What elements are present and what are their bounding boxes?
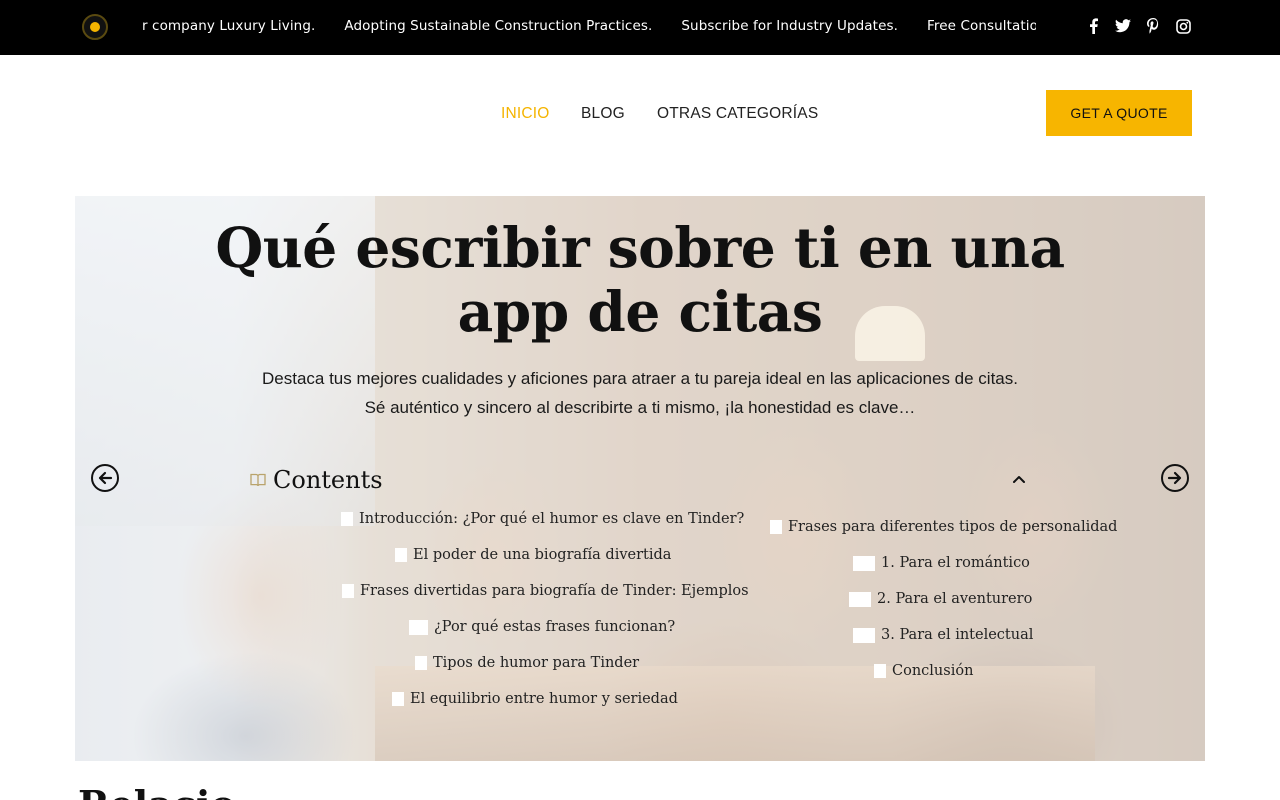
book-icon xyxy=(250,473,266,487)
toc-item-label: 3. Para el intelectual xyxy=(881,627,1034,643)
ticker-item[interactable]: r company Luxury Living. xyxy=(142,18,315,34)
toc-item-label: 2. Para el aventurero xyxy=(877,591,1033,607)
chevron-up-icon[interactable] xyxy=(1010,470,1028,488)
ticker-item[interactable]: Subscribe for Industry Updates. xyxy=(681,18,898,34)
page-title: Qué escribir sobre ti en una app de cita… xyxy=(215,215,1065,344)
toc-item-label: El poder de una biografía divertida xyxy=(413,547,672,563)
nav-item-inicio[interactable]: INICIO xyxy=(501,105,550,123)
main-nav: INICIO BLOG OTRAS CATEGORÍAS GET A QUOTE xyxy=(0,55,1280,173)
checkbox-icon xyxy=(409,619,428,635)
checkbox-icon xyxy=(392,692,404,706)
pinterest-icon[interactable] xyxy=(1143,16,1163,36)
page-subtitle: Destaca tus mejores cualidades y aficion… xyxy=(262,369,1018,417)
get-a-quote-button[interactable]: GET A QUOTE xyxy=(1046,90,1192,136)
toc-item[interactable]: ¿Por qué estas frases funcionan? xyxy=(409,619,675,635)
ticker-item[interactable]: Free Consultation: Li xyxy=(927,18,1036,34)
checkbox-icon xyxy=(342,584,354,598)
toc-item-label: Introducción: ¿Por qué el humor es clave… xyxy=(359,511,745,527)
toc-item[interactable]: Tipos de humor para Tinder xyxy=(415,655,639,671)
toc-item-label: El equilibrio entre humor y seriedad xyxy=(410,691,678,707)
nav-item-otras-categorias[interactable]: OTRAS CATEGORÍAS xyxy=(657,105,818,123)
arrow-left-icon xyxy=(98,471,113,485)
instagram-icon[interactable] xyxy=(1173,16,1193,36)
toc-item-label: Conclusión xyxy=(892,663,974,679)
checkbox-icon xyxy=(849,591,871,607)
checkbox-icon xyxy=(874,664,886,678)
toc-item[interactable]: 2. Para el aventurero xyxy=(849,591,1032,607)
news-ticker: r company Luxury Living. Adopting Sustai… xyxy=(128,0,1036,55)
prev-slide-button[interactable] xyxy=(91,464,119,492)
checkbox-icon xyxy=(395,548,407,562)
toc-item[interactable]: Introducción: ¿Por qué el humor es clave… xyxy=(341,511,744,527)
facebook-icon[interactable] xyxy=(1083,16,1103,36)
ticker-item[interactable]: Adopting Sustainable Construction Practi… xyxy=(344,18,652,34)
toc-item[interactable]: 3. Para el intelectual xyxy=(853,627,1033,643)
toc-item-label: Frases divertidas para biografía de Tind… xyxy=(360,583,749,599)
toc-item-label: ¿Por qué estas frases funcionan? xyxy=(434,619,676,635)
checkbox-icon xyxy=(770,520,782,534)
toc-item[interactable]: 1. Para el romántico xyxy=(853,555,1030,571)
toc-item[interactable]: El poder de una biografía divertida xyxy=(395,547,671,563)
toc-item[interactable]: Frases divertidas para biografía de Tind… xyxy=(342,583,749,599)
next-slide-button[interactable] xyxy=(1161,464,1189,492)
twitter-icon[interactable] xyxy=(1113,16,1133,36)
table-of-contents: Contents Introducción: ¿Por qué el humor… xyxy=(245,451,1117,741)
checkbox-icon xyxy=(853,555,875,571)
section-heading: Relacio xyxy=(78,782,236,800)
checkbox-icon xyxy=(415,656,427,670)
arrow-right-icon xyxy=(1167,471,1182,485)
nav-item-blog[interactable]: BLOG xyxy=(581,105,625,123)
toc-item[interactable]: Frases para diferentes tipos de personal… xyxy=(770,519,1117,535)
checkbox-icon xyxy=(853,627,875,643)
checkbox-icon xyxy=(341,512,353,526)
toc-item[interactable]: El equilibrio entre humor y seriedad xyxy=(392,691,678,707)
toc-title: Contents xyxy=(273,466,383,494)
logo-icon[interactable] xyxy=(82,14,108,40)
toc-item-label: Tipos de humor para Tinder xyxy=(433,655,640,671)
top-bar: r company Luxury Living. Adopting Sustai… xyxy=(0,0,1280,55)
hero-banner: Qué escribir sobre ti en una app de cita… xyxy=(75,196,1205,761)
toc-item[interactable]: Conclusión xyxy=(874,663,973,679)
toc-item-label: Frases para diferentes tipos de personal… xyxy=(788,519,1118,535)
toc-item-label: 1. Para el romántico xyxy=(881,555,1030,571)
